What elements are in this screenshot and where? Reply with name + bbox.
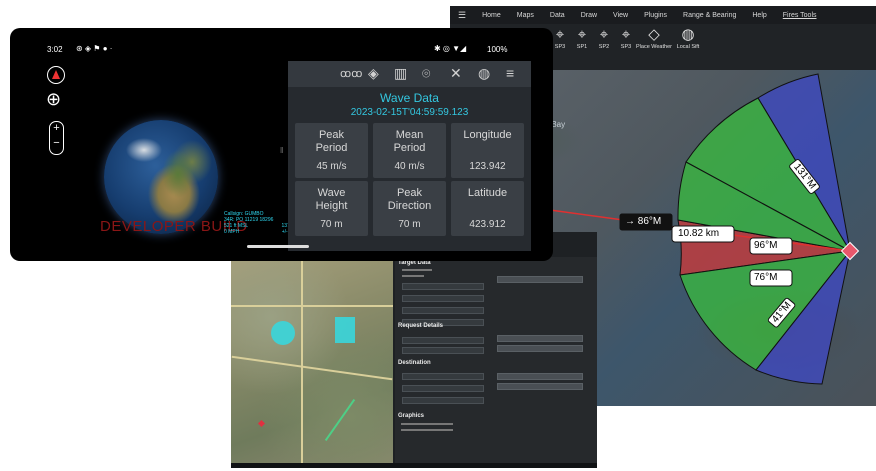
wave-data-panel: ꝏꝏ ◈ ▥ ⌾ ✕ ◍ ≡ Wave Data 2023-02-15T'04:… (288, 61, 531, 251)
card-value: 123.942 (469, 161, 506, 172)
target-form-panel: Target Data Request Details Destination … (395, 257, 597, 468)
request-field[interactable] (402, 347, 484, 354)
map-icon[interactable]: ▥ (394, 65, 407, 82)
battery-level: 100% (487, 45, 508, 54)
card-peak-period: Peak Period 45 m/s (295, 123, 368, 178)
tool-local-sift[interactable]: ◍ Local Sift (672, 26, 704, 50)
menu-fires-tools[interactable]: Fires Tools (775, 12, 825, 19)
globe-icon: ◍ (681, 26, 695, 43)
zoom-out-button[interactable]: − (50, 137, 63, 149)
card-label: Peak Period (315, 129, 348, 154)
menu-help[interactable]: Help (744, 12, 774, 19)
tool-label: Local Sift (676, 44, 700, 50)
android-screen: 3:02 ⊛ ◈ ⚑ ● · ✱ ◎ ▼◢ 100% ⊕ + − DEVELOP… (10, 28, 553, 261)
card-value: 70 m (320, 219, 343, 230)
earth-globe[interactable] (104, 120, 218, 234)
destination-field[interactable] (402, 385, 484, 392)
menu-home[interactable]: Home (474, 12, 509, 19)
panel-title: Wave Data (380, 91, 439, 105)
menu-view[interactable]: View (605, 12, 636, 19)
card-peak-direction: Peak Direction 70 m (373, 181, 446, 236)
cyan-rect-marker[interactable] (335, 317, 355, 343)
section-graphics: Graphics (398, 413, 425, 419)
card-label: Peak Direction (387, 187, 432, 212)
target-field[interactable] (402, 295, 484, 302)
card-label: Mean Period (393, 129, 426, 154)
notification-icons: ⊛ ◈ ⚑ ● · (76, 44, 113, 53)
section-request-details: Request Details (398, 323, 444, 329)
menu-plugins[interactable]: Plugins (636, 12, 675, 19)
bearing-label-96: 96°M (754, 240, 778, 251)
section-destination: Destination (398, 360, 431, 366)
menu-icon[interactable]: ☰ (450, 10, 474, 21)
card-mean-period: Mean Period 40 m/s (373, 123, 446, 178)
telemetry-readout: Callsign: GUMBO 34R: PO 11219 18296 521 … (224, 211, 296, 235)
diamond-icon: ◇ (648, 26, 660, 43)
request-field[interactable] (402, 337, 484, 344)
card-longitude: Longitude 123.942 (451, 123, 524, 178)
compass-icon[interactable] (47, 66, 65, 84)
red-marker[interactable] (257, 419, 266, 428)
target-field[interactable] (402, 307, 484, 314)
panel-timestamp: 2023-02-15T'04:59:59.123 (350, 107, 469, 118)
graphics-checkbox[interactable] (401, 423, 453, 425)
terrain-map[interactable] (231, 257, 393, 468)
location-pin-icon[interactable]: ⌾ (422, 65, 430, 82)
form-button[interactable] (497, 335, 583, 342)
field-label (402, 269, 432, 271)
panel-toolbar: ꝏꝏ ◈ ▥ ⌾ ✕ ◍ ≡ (288, 61, 531, 87)
card-label: Wave Height (315, 187, 348, 212)
locate-icon[interactable]: ⊕ (46, 90, 61, 108)
card-value: 45 m/s (316, 161, 347, 172)
target-app-window: Target Data Request Details Destination … (231, 232, 597, 468)
form-button[interactable] (497, 345, 583, 352)
card-label: Latitude (467, 187, 508, 199)
card-value: 423.912 (469, 219, 506, 230)
menu-maps[interactable]: Maps (509, 12, 542, 19)
menu-bar: ☰ Home Maps Data Draw View Plugins Range… (450, 6, 876, 24)
menu-data[interactable]: Data (542, 12, 573, 19)
telemetry-line: 0 MPH (224, 229, 240, 235)
form-button[interactable] (497, 276, 583, 283)
cyan-circle-marker[interactable] (271, 321, 295, 345)
form-button[interactable] (497, 373, 583, 380)
bearing-label-76: 76°M (754, 272, 778, 283)
road (231, 305, 393, 307)
gesture-nav-bar[interactable] (247, 245, 309, 248)
road (231, 355, 393, 381)
system-icons: ✱ ◎ ▼◢ (434, 44, 467, 53)
panel-drag-handle[interactable]: ‖ (280, 146, 283, 155)
status-time: 3:02 (47, 45, 63, 54)
card-value: 40 m/s (394, 161, 425, 172)
card-value: 70 m (398, 219, 421, 230)
status-bar (231, 463, 597, 468)
layers-icon[interactable]: ◈ (368, 65, 379, 82)
form-button[interactable] (497, 383, 583, 390)
zoom-control: + − (49, 121, 64, 155)
team-icon[interactable]: ꝏꝏ (340, 67, 362, 80)
field-label (402, 275, 424, 277)
target-field[interactable] (402, 283, 484, 290)
zoom-in-button[interactable]: + (50, 122, 63, 134)
menu-draw[interactable]: Draw (573, 12, 605, 19)
card-label: Longitude (463, 129, 512, 141)
destination-field[interactable] (402, 397, 484, 404)
bearing-label: → 86°M (625, 216, 662, 227)
tools-icon[interactable]: ✕ (450, 65, 462, 82)
globe-icon[interactable]: ◍ (478, 65, 490, 82)
tool-label: Place Weather (636, 44, 672, 50)
menu-icon[interactable]: ≡ (506, 65, 514, 81)
destination-field[interactable] (402, 373, 484, 380)
distance-label: 10.82 km (678, 228, 720, 239)
road (301, 257, 303, 468)
menu-range-bearing[interactable]: Range & Bearing (675, 12, 744, 19)
card-wave-height: Wave Height 70 m (295, 181, 368, 236)
graphics-checkbox[interactable] (401, 429, 453, 431)
route-line (324, 398, 356, 442)
card-latitude: Latitude 423.912 (451, 181, 524, 236)
tool-place-weather[interactable]: ◇ Place Weather (636, 26, 672, 50)
